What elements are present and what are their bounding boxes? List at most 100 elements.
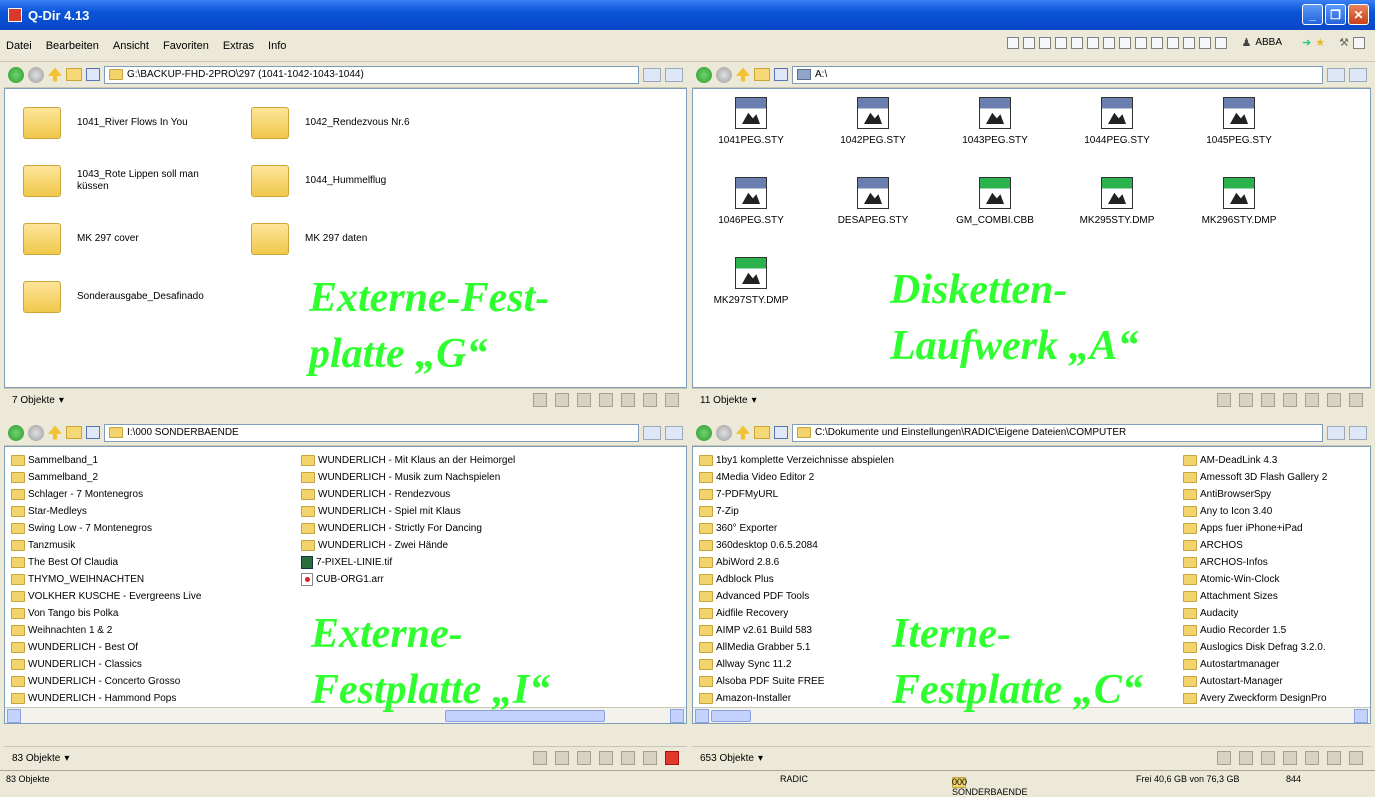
copy-icon[interactable] xyxy=(1239,393,1253,407)
list-item[interactable]: Atomic-Win-Clock xyxy=(1183,570,1279,588)
forward-icon[interactable] xyxy=(28,66,44,83)
forward-icon[interactable] xyxy=(28,424,44,441)
list-item[interactable]: AllMedia Grabber 5.1 xyxy=(699,638,811,656)
minimize-button[interactable]: _ xyxy=(1302,4,1323,25)
list-item[interactable]: AntiBrowserSpy xyxy=(1183,485,1271,503)
favorites-icon[interactable] xyxy=(643,67,661,82)
up-icon[interactable] xyxy=(736,425,750,440)
list-item[interactable]: 7-PIXEL-LINIE.tif xyxy=(301,553,392,571)
list-item[interactable]: Sammelband_2 xyxy=(11,468,98,486)
layout-button[interactable] xyxy=(1199,36,1212,49)
list-item[interactable]: Amazon-Installer xyxy=(699,689,791,707)
chevron-down-icon[interactable]: ▾ xyxy=(758,753,763,764)
tools-icon[interactable] xyxy=(665,425,683,440)
up-icon[interactable] xyxy=(48,425,62,440)
list-item[interactable]: Von Tango bis Polka xyxy=(11,604,118,622)
folder-item[interactable]: 1042_Rendezvous Nr.6 xyxy=(251,107,455,139)
list-item[interactable]: WUNDERLICH - Mit Klaus an der Heimorgel xyxy=(301,451,515,469)
layout-button[interactable] xyxy=(1183,36,1196,49)
delete-icon[interactable] xyxy=(577,393,591,407)
chevron-down-icon[interactable]: ▾ xyxy=(752,395,757,406)
star-icon[interactable]: ★ xyxy=(1315,36,1325,49)
list-item[interactable]: Avery Zweckform DesignPro xyxy=(1183,689,1327,707)
list-item[interactable]: WUNDERLICH - Zwei Hände xyxy=(301,536,448,554)
list-item[interactable]: Any to Icon 3.40 xyxy=(1183,502,1272,520)
file-item[interactable]: 1045PEG.STY xyxy=(1189,97,1289,146)
cut-icon[interactable] xyxy=(599,751,613,765)
file-item[interactable]: 1042PEG.STY xyxy=(823,97,923,146)
scroll-left-arrow[interactable] xyxy=(7,709,21,723)
cut-icon[interactable] xyxy=(1283,751,1297,765)
list-item[interactable]: 1by1 komplette Verzeichnisse abspielen xyxy=(699,451,894,469)
close-button[interactable]: ✕ xyxy=(1348,4,1369,25)
list-item[interactable]: Swing Low - 7 Montenegros xyxy=(11,519,152,537)
chevron-down-icon[interactable]: ▾ xyxy=(59,395,64,406)
cut-icon[interactable] xyxy=(1283,393,1297,407)
tools-icon[interactable] xyxy=(1349,67,1367,82)
list-item[interactable]: Aidfile Recovery xyxy=(699,604,788,622)
paste-icon[interactable] xyxy=(1305,393,1319,407)
list-item[interactable]: 7-Zip xyxy=(699,502,739,520)
file-item[interactable]: 1041PEG.STY xyxy=(701,97,801,146)
layout-button[interactable] xyxy=(1071,36,1084,49)
layout-button[interactable] xyxy=(1215,36,1228,49)
layout-button[interactable] xyxy=(1055,36,1068,49)
view-icon[interactable] xyxy=(86,426,100,439)
list-item[interactable]: Allway Sync 11.2 xyxy=(699,655,791,673)
scroll-right-arrow[interactable] xyxy=(670,709,684,723)
address-input-bl[interactable]: I:\000 SONDERBAENDE xyxy=(104,423,639,442)
list-item[interactable]: 360° Exporter xyxy=(699,519,777,537)
list-item[interactable]: Alsoba PDF Suite FREE xyxy=(699,672,824,690)
list-item[interactable]: Sammelband_1 xyxy=(11,451,98,469)
favorites-icon[interactable] xyxy=(1327,425,1345,440)
scrollbar-thumb[interactable] xyxy=(711,710,751,722)
list-item[interactable]: Star-Medleys xyxy=(11,502,87,520)
rename-icon[interactable] xyxy=(1327,751,1341,765)
chevron-down-icon[interactable]: ▾ xyxy=(64,753,69,764)
forward-icon[interactable] xyxy=(716,66,732,83)
layout-button[interactable] xyxy=(1167,36,1180,49)
layout-button[interactable] xyxy=(1007,36,1020,49)
list-item[interactable]: WUNDERLICH - Rendezvous xyxy=(301,485,450,503)
list-item[interactable]: AM-DeadLink 4.3 xyxy=(1183,451,1277,469)
back-icon[interactable] xyxy=(696,66,712,83)
file-item[interactable]: 1043PEG.STY xyxy=(945,97,1045,146)
menu-extras[interactable]: Extras xyxy=(223,40,254,52)
list-item[interactable]: Weihnachten 1 & 2 xyxy=(11,621,112,639)
pane-icon[interactable] xyxy=(1349,393,1363,407)
address-input-br[interactable]: C:\Dokumente und Einstellungen\RADIC\Eig… xyxy=(792,423,1323,442)
delete-icon[interactable] xyxy=(1261,393,1275,407)
properties-icon[interactable] xyxy=(1217,751,1231,765)
properties-icon[interactable] xyxy=(533,393,547,407)
new-folder-icon[interactable] xyxy=(66,68,82,81)
list-item[interactable]: WUNDERLICH - Strictly For Dancing xyxy=(301,519,482,537)
paste-icon[interactable] xyxy=(621,751,635,765)
new-folder-icon[interactable] xyxy=(66,426,82,439)
back-icon[interactable] xyxy=(696,424,712,441)
file-item[interactable]: MK296STY.DMP xyxy=(1189,177,1289,226)
copy-icon[interactable] xyxy=(555,751,569,765)
list-item[interactable]: Audio Recorder 1.5 xyxy=(1183,621,1286,639)
list-item[interactable]: THYMO_WEIHNACHTEN xyxy=(11,570,144,588)
up-icon[interactable] xyxy=(736,67,750,82)
list-item[interactable]: 360desktop 0.6.5.2084 xyxy=(699,536,818,554)
menu-info[interactable]: Info xyxy=(268,40,286,52)
list-item[interactable]: Schlager - 7 Montenegros xyxy=(11,485,143,503)
maximize-button[interactable]: ❐ xyxy=(1325,4,1346,25)
file-item[interactable]: MK297STY.DMP xyxy=(701,257,801,306)
back-icon[interactable] xyxy=(8,66,24,83)
delete-icon[interactable] xyxy=(577,751,591,765)
list-item[interactable]: Audacity xyxy=(1183,604,1238,622)
forward-icon[interactable] xyxy=(716,424,732,441)
folder-item[interactable]: Sonderausgabe_Desafinado xyxy=(23,281,227,313)
paste-icon[interactable] xyxy=(621,393,635,407)
folder-item[interactable]: 1043_Rote Lippen soll man küssen xyxy=(23,165,217,197)
new-folder-icon[interactable] xyxy=(754,68,770,81)
layout-button[interactable] xyxy=(1103,36,1116,49)
tools-icon[interactable]: ⚒ xyxy=(1339,36,1349,49)
folder-item[interactable]: 1041_River Flows In You xyxy=(23,107,227,139)
tools-icon[interactable] xyxy=(1349,425,1367,440)
layout-button[interactable] xyxy=(1039,36,1052,49)
favorites-icon[interactable] xyxy=(643,425,661,440)
list-item[interactable]: WUNDERLICH - Hammond Pops xyxy=(11,689,176,707)
